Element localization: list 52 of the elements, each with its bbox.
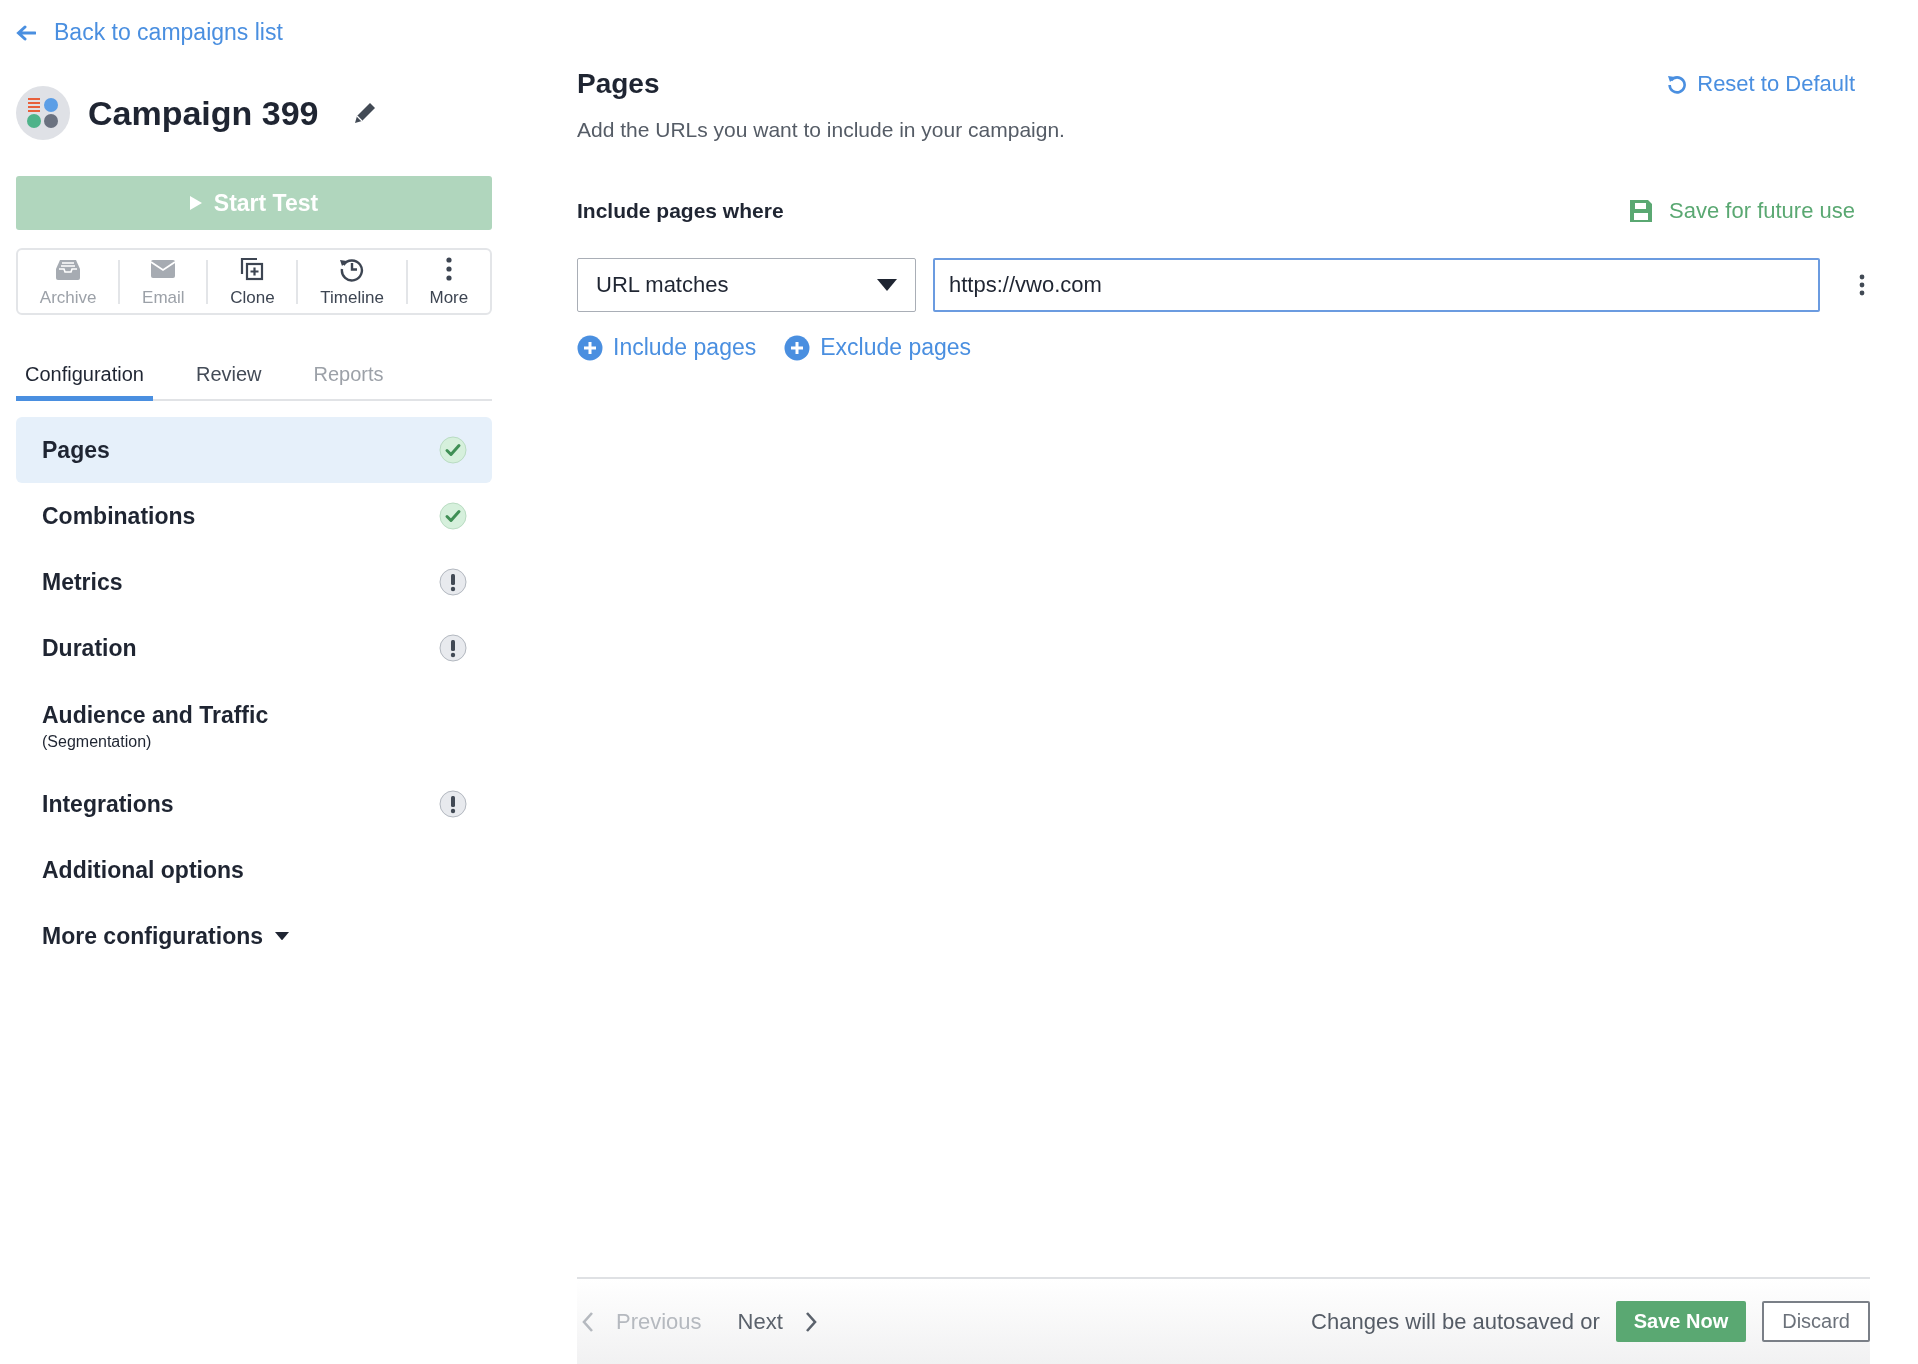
envelope-icon (150, 258, 177, 279)
nav-label: Metrics (42, 568, 123, 596)
caret-icon (877, 279, 897, 291)
exclamation-circle-icon (439, 790, 467, 818)
next-button[interactable]: Next (737, 1308, 817, 1335)
url-input-field[interactable]: https://vwo.com (933, 258, 1820, 312)
autosave-text: Changes will be autosaved or (1311, 1308, 1600, 1335)
nav-item[interactable]: Pages (16, 417, 492, 483)
tray-icon (55, 257, 82, 280)
campaign-type-icon (16, 86, 70, 140)
pencil-icon[interactable] (352, 101, 377, 125)
nav-item[interactable]: Additional options (16, 837, 492, 903)
clone-icon (240, 256, 265, 281)
play-icon (189, 196, 202, 210)
check-circle-icon (439, 502, 467, 530)
nav-item[interactable]: Combinations (16, 483, 492, 549)
kebab-icon (444, 256, 453, 281)
nav-label: Integrations (42, 790, 174, 818)
section-title: Pages (577, 68, 660, 100)
timeline-button[interactable]: Timeline (298, 251, 406, 312)
exclamation-circle-icon (439, 634, 467, 662)
include-label: Include pages where (577, 199, 784, 223)
chevron-left-icon (582, 1310, 594, 1333)
nav-item[interactable]: Integrations (16, 771, 492, 837)
tab[interactable]: Review (186, 357, 271, 401)
tab[interactable]: Configuration (16, 357, 153, 401)
nav-sublabel: (Segmentation) (42, 732, 153, 751)
chevron-right-icon (804, 1310, 817, 1333)
discard-button[interactable]: Discard (1762, 1301, 1870, 1342)
condition-dropdown[interactable]: URL matches (577, 258, 916, 312)
caret-icon (275, 931, 290, 941)
nav-item[interactable]: Duration (16, 615, 492, 681)
nav-label: Audience and Traffic (42, 701, 269, 729)
nav-item[interactable]: More configurations (16, 903, 492, 969)
nav-item[interactable]: Audience and Traffic (Segmentation) (16, 681, 492, 771)
exclamation-circle-icon (439, 568, 467, 596)
plus-circle-icon (784, 334, 811, 361)
reset-icon (1667, 74, 1688, 94)
nav-label: More configurations (42, 922, 264, 950)
more-button[interactable]: More (407, 251, 490, 312)
clone-button[interactable]: Clone (208, 251, 297, 312)
nav-item[interactable]: Metrics (16, 549, 492, 615)
nav-label: Pages (42, 436, 110, 464)
campaign-title: Campaign 399 (88, 93, 319, 133)
plus-circle-icon (577, 334, 603, 361)
nav-label: Duration (42, 634, 137, 662)
section-description: Add the URLs you want to include in your campaign. (577, 118, 1066, 142)
kebab-icon[interactable] (1859, 274, 1865, 296)
nav-label: Combinations (42, 502, 196, 530)
nav-label: Additional options (42, 856, 244, 884)
check-circle-icon (439, 436, 467, 464)
arrow-left-icon (16, 24, 36, 41)
